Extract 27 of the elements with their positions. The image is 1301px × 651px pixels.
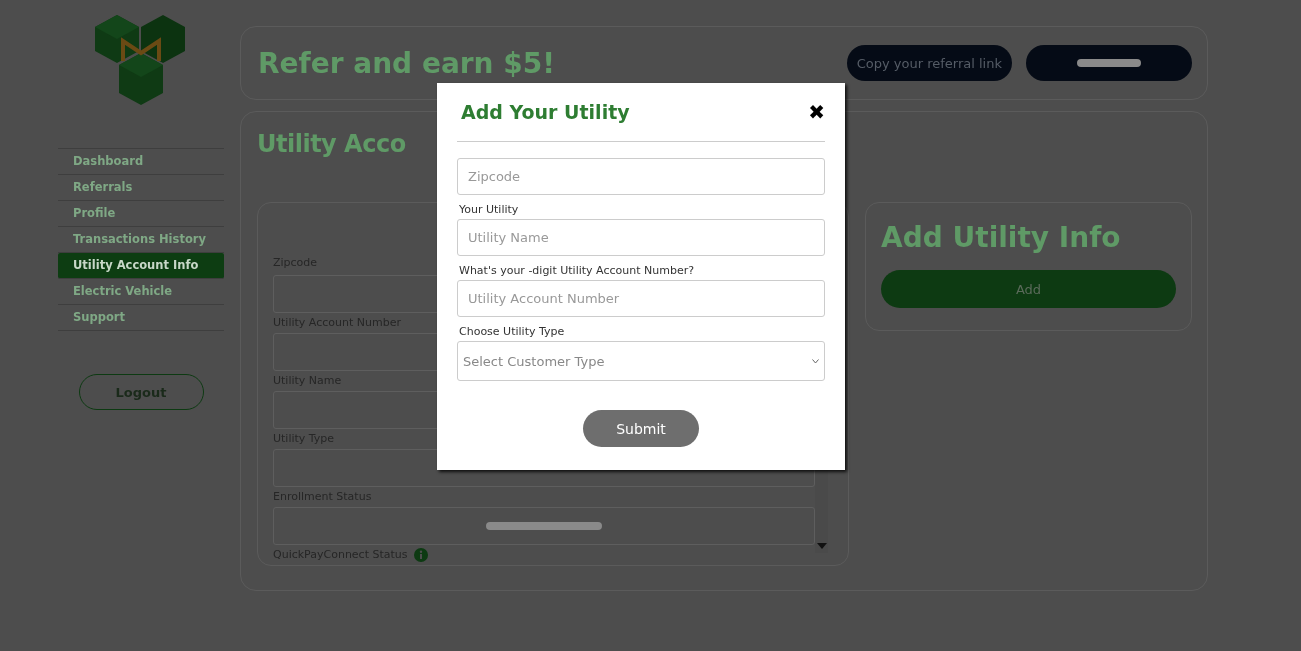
submit-button[interactable]: Submit bbox=[583, 410, 699, 447]
copy-link-button[interactable]: Copy your referral link bbox=[846, 45, 1012, 81]
field-label: Your Utility bbox=[459, 203, 520, 216]
nav-item[interactable]: Electric Vehicle bbox=[58, 279, 224, 305]
nav-item[interactable]: Profile bbox=[58, 201, 224, 227]
page-title: Utility Acco bbox=[257, 130, 407, 158]
nav-item[interactable]: Dashboard bbox=[58, 149, 224, 175]
field-label: Choose Utility Type bbox=[459, 325, 566, 338]
card-title: Add Utility Info bbox=[881, 221, 1122, 254]
referral-title: Refer and earn $5! bbox=[258, 46, 555, 80]
customer-type-select[interactable]: Select Customer Type bbox=[457, 341, 825, 381]
redaction-mark bbox=[1077, 59, 1141, 67]
modal-title: Add Your Utility bbox=[461, 101, 630, 123]
zipcode-field[interactable]: Zipcode bbox=[457, 158, 825, 195]
field-label: What's your -digit Utility Account Number? bbox=[459, 264, 696, 277]
input-field[interactable] bbox=[273, 507, 815, 545]
nav-item[interactable]: Referrals bbox=[58, 175, 224, 201]
account-number-field[interactable]: Utility Account Number bbox=[457, 280, 825, 317]
close-button[interactable]: ✖ bbox=[808, 100, 825, 124]
info-icon bbox=[413, 548, 428, 562]
nav-item[interactable]: Support bbox=[58, 305, 224, 331]
referral-code-button[interactable] bbox=[1026, 45, 1192, 81]
chevron-down-icon bbox=[812, 358, 819, 364]
nav-item[interactable]: Utility Account Info bbox=[58, 253, 224, 279]
add-button[interactable]: Add bbox=[881, 270, 1176, 308]
utility-name-field[interactable]: Utility Name bbox=[457, 219, 825, 256]
scroll-down-icon[interactable] bbox=[816, 543, 827, 549]
